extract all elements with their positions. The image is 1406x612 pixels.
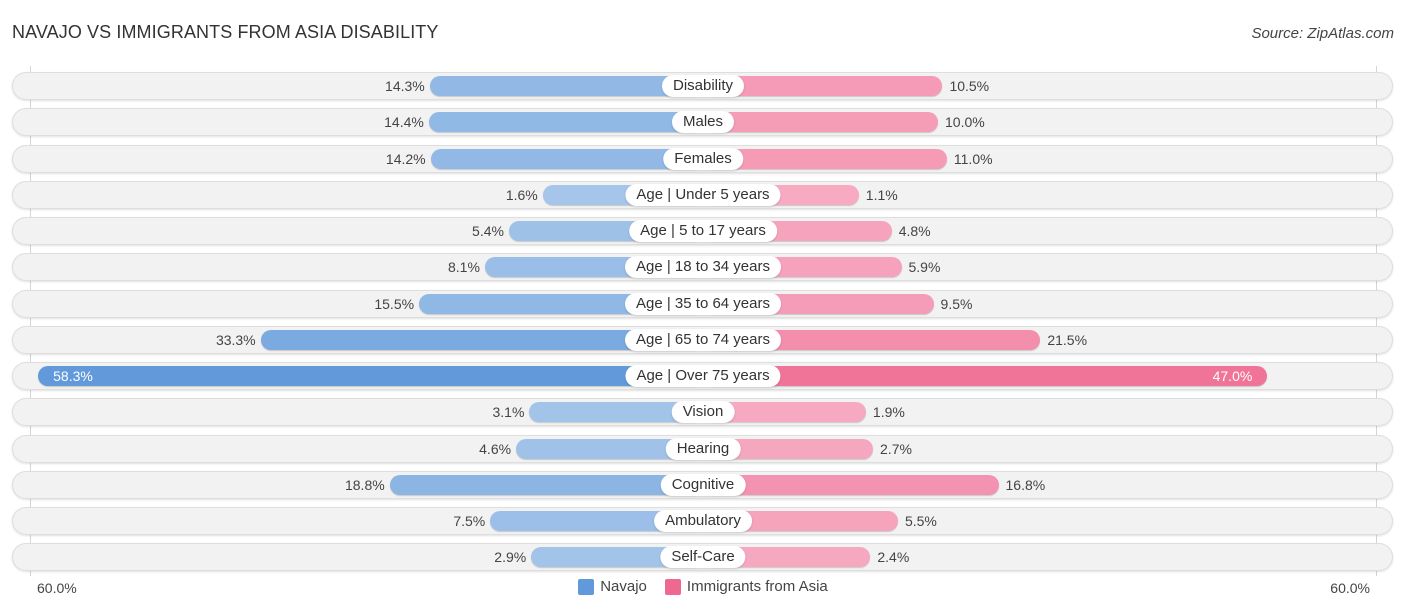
bar-immigrants-asia[interactable] [703,112,938,133]
category-label: Males [671,111,735,134]
category-label: Age | Under 5 years [625,183,781,206]
value-label-asia: 5.5% [904,513,937,529]
bar-immigrants-asia[interactable] [703,366,1268,386]
category-label: Vision [671,401,735,424]
value-label-asia: 10.0% [945,114,985,131]
bar-navajo[interactable] [389,474,703,495]
value-label-asia: 9.5% [940,295,973,312]
value-label-navajo: 7.5% [453,513,486,529]
chart-rows: 14.3% 10.5% Disability 14.4% 10.0% Males 14.2%… [0,0,1406,612]
category-label: Cognitive [660,473,746,496]
legend: Navajo Immigrants from Asia [0,578,1406,595]
category-label: Hearing [665,437,741,460]
value-label-asia: 47.0% [1212,368,1253,384]
category-label: Self-Care [660,546,746,569]
bar-navajo[interactable] [38,366,703,386]
value-label-navajo: 2.9% [494,549,527,566]
value-label-asia: 2.4% [877,549,910,566]
category-label: Ambulatory [654,510,752,532]
value-label-navajo: 4.6% [479,440,512,457]
value-label-asia: 2.7% [880,440,912,457]
value-label-navajo: 1.6% [505,186,538,203]
legend-label-asia: Immigrants from Asia [686,578,828,595]
value-label-navajo: 8.1% [448,259,480,276]
value-label-navajo: 14.4% [384,114,424,131]
value-label-asia: 4.8% [898,223,931,239]
bar-navajo[interactable] [430,148,703,169]
legend-swatch-navajo [578,578,595,595]
value-label-asia: 10.5% [949,78,990,94]
value-label-navajo: 3.1% [492,404,525,421]
value-label-navajo: 33.3% [215,331,256,348]
value-label-asia: 1.9% [872,404,905,421]
category-label: Age | 5 to 17 years [629,220,777,242]
value-label-asia: 21.5% [1047,331,1088,348]
value-label-navajo: 5.4% [472,223,504,239]
value-label-navajo: 15.5% [374,295,415,312]
category-label: Age | 65 to 74 years [625,328,781,351]
legend-item-asia[interactable]: Immigrants from Asia [664,578,828,595]
bar-immigrants-asia[interactable] [703,474,999,495]
legend-item-navajo[interactable]: Navajo [578,578,647,595]
category-label: Age | Over 75 years [625,365,781,387]
value-label-navajo: 58.3% [53,368,93,384]
value-label-asia: 5.9% [908,259,941,276]
category-label: Age | 35 to 64 years [625,292,781,315]
value-label-asia: 11.0% [953,150,993,167]
legend-label-navajo: Navajo [600,578,647,595]
value-label-navajo: 14.3% [385,78,425,94]
value-label-asia: 16.8% [1005,476,1046,493]
category-label: Disability [661,75,745,97]
value-label-navajo: 14.2% [385,150,426,167]
category-label: Age | 18 to 34 years [625,256,781,279]
value-label-asia: 1.1% [865,186,898,203]
legend-swatch-asia [664,578,681,595]
value-label-navajo: 18.8% [344,476,385,493]
category-label: Females [663,147,743,170]
bar-navajo[interactable] [428,112,703,133]
